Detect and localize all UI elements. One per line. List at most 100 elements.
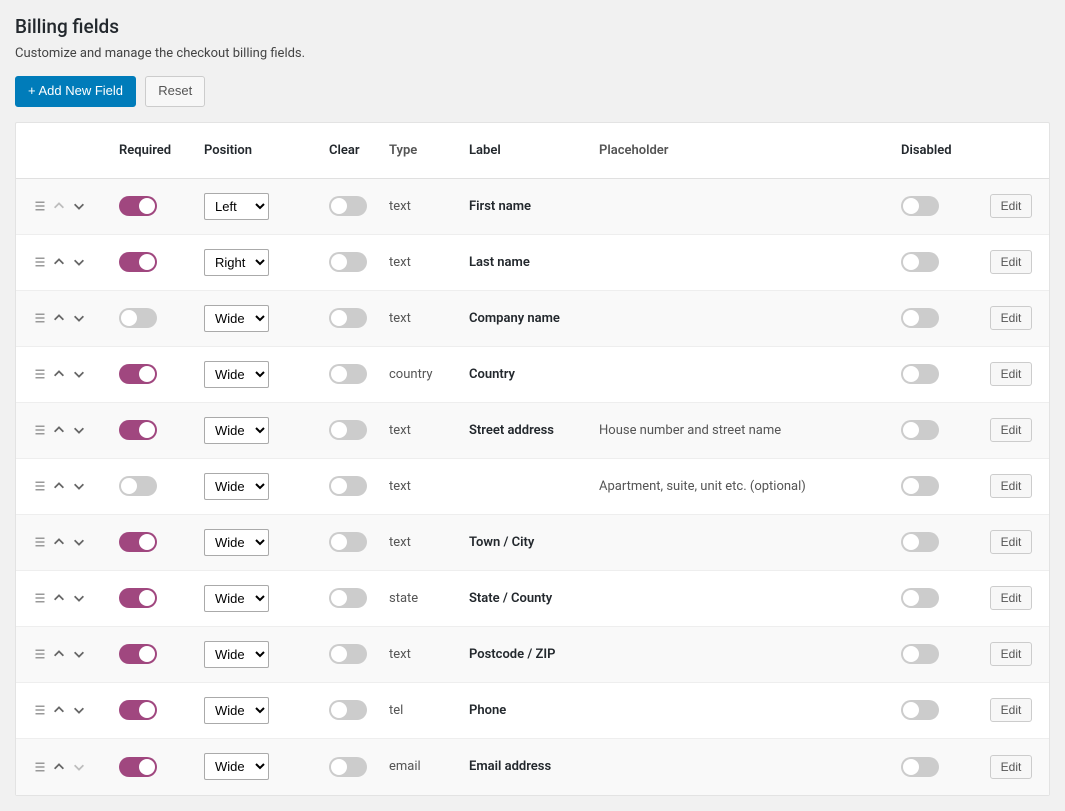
move-up-icon[interactable]	[52, 535, 66, 549]
move-up-icon[interactable]	[52, 367, 66, 381]
label-cell: First name	[469, 199, 599, 214]
col-header-required: Required	[119, 143, 204, 158]
type-cell: state	[389, 591, 469, 606]
required-toggle[interactable]	[119, 196, 157, 216]
required-toggle[interactable]	[119, 308, 157, 328]
label-cell: Last name	[469, 255, 599, 270]
table-header: Required Position Clear Type Label Place…	[16, 123, 1049, 179]
clear-toggle[interactable]	[329, 644, 367, 664]
clear-toggle[interactable]	[329, 532, 367, 552]
drag-handle-icon[interactable]	[34, 368, 46, 380]
edit-button[interactable]: Edit	[990, 250, 1033, 274]
move-up-icon[interactable]	[52, 255, 66, 269]
label-cell: Phone	[469, 703, 599, 718]
position-select[interactable]: LeftRightWide	[204, 753, 269, 780]
clear-toggle[interactable]	[329, 420, 367, 440]
drag-handle-icon[interactable]	[34, 704, 46, 716]
required-toggle[interactable]	[119, 252, 157, 272]
position-select[interactable]: LeftRightWide	[204, 529, 269, 556]
position-select[interactable]: LeftRightWide	[204, 249, 269, 276]
position-select[interactable]: LeftRightWide	[204, 697, 269, 724]
required-toggle[interactable]	[119, 476, 157, 496]
position-select[interactable]: LeftRightWide	[204, 641, 269, 668]
disabled-toggle[interactable]	[901, 196, 939, 216]
disabled-toggle[interactable]	[901, 308, 939, 328]
drag-handle-icon[interactable]	[34, 761, 46, 773]
disabled-toggle[interactable]	[901, 700, 939, 720]
disabled-toggle[interactable]	[901, 252, 939, 272]
move-down-icon[interactable]	[72, 591, 86, 605]
position-select[interactable]: LeftRightWide	[204, 473, 269, 500]
move-up-icon[interactable]	[52, 647, 66, 661]
drag-handle-icon[interactable]	[34, 424, 46, 436]
add-new-field-button[interactable]: + Add New Field	[15, 76, 136, 107]
move-up-icon[interactable]	[52, 423, 66, 437]
edit-button[interactable]: Edit	[990, 418, 1033, 442]
clear-toggle[interactable]	[329, 364, 367, 384]
required-toggle[interactable]	[119, 588, 157, 608]
drag-handle-icon[interactable]	[34, 312, 46, 324]
placeholder-cell: House number and street name	[599, 423, 901, 438]
drag-handle-icon[interactable]	[34, 592, 46, 604]
clear-toggle[interactable]	[329, 757, 367, 777]
required-toggle[interactable]	[119, 700, 157, 720]
move-up-icon[interactable]	[52, 703, 66, 717]
drag-handle-icon[interactable]	[34, 256, 46, 268]
move-down-icon[interactable]	[72, 535, 86, 549]
move-down-icon[interactable]	[72, 703, 86, 717]
disabled-toggle[interactable]	[901, 588, 939, 608]
position-select[interactable]: LeftRightWide	[204, 361, 269, 388]
disabled-toggle[interactable]	[901, 644, 939, 664]
disabled-toggle[interactable]	[901, 364, 939, 384]
label-cell: Country	[469, 367, 599, 382]
disabled-toggle[interactable]	[901, 420, 939, 440]
disabled-toggle[interactable]	[901, 757, 939, 777]
move-up-icon[interactable]	[52, 311, 66, 325]
move-up-icon[interactable]	[52, 479, 66, 493]
drag-handle-icon[interactable]	[34, 648, 46, 660]
edit-button[interactable]: Edit	[990, 642, 1033, 666]
table-row: LeftRightWidetextApartment, suite, unit …	[16, 459, 1049, 515]
required-toggle[interactable]	[119, 364, 157, 384]
edit-button[interactable]: Edit	[990, 194, 1033, 218]
disabled-toggle[interactable]	[901, 476, 939, 496]
move-down-icon[interactable]	[72, 367, 86, 381]
edit-button[interactable]: Edit	[990, 474, 1033, 498]
move-down-icon[interactable]	[72, 479, 86, 493]
position-select[interactable]: LeftRightWide	[204, 305, 269, 332]
edit-button[interactable]: Edit	[990, 586, 1033, 610]
reset-button[interactable]: Reset	[145, 76, 205, 107]
required-toggle[interactable]	[119, 420, 157, 440]
move-down-icon[interactable]	[72, 199, 86, 213]
required-toggle[interactable]	[119, 757, 157, 777]
clear-toggle[interactable]	[329, 700, 367, 720]
edit-button[interactable]: Edit	[990, 698, 1033, 722]
edit-button[interactable]: Edit	[990, 362, 1033, 386]
drag-handle-icon[interactable]	[34, 200, 46, 212]
required-toggle[interactable]	[119, 644, 157, 664]
type-cell: text	[389, 311, 469, 326]
move-down-icon[interactable]	[72, 423, 86, 437]
move-down-icon[interactable]	[72, 255, 86, 269]
table-row: LeftRightWidetextCompany nameEdit	[16, 291, 1049, 347]
position-select[interactable]: LeftRightWide	[204, 193, 269, 220]
clear-toggle[interactable]	[329, 308, 367, 328]
position-select[interactable]: LeftRightWide	[204, 417, 269, 444]
clear-toggle[interactable]	[329, 476, 367, 496]
drag-handle-icon[interactable]	[34, 536, 46, 548]
table-row: LeftRightWidestateState / CountyEdit	[16, 571, 1049, 627]
move-up-icon[interactable]	[52, 591, 66, 605]
clear-toggle[interactable]	[329, 252, 367, 272]
drag-handle-icon[interactable]	[34, 480, 46, 492]
position-select[interactable]: LeftRightWide	[204, 585, 269, 612]
required-toggle[interactable]	[119, 532, 157, 552]
disabled-toggle[interactable]	[901, 532, 939, 552]
clear-toggle[interactable]	[329, 196, 367, 216]
edit-button[interactable]: Edit	[990, 755, 1033, 779]
edit-button[interactable]: Edit	[990, 530, 1033, 554]
move-down-icon[interactable]	[72, 311, 86, 325]
move-down-icon[interactable]	[72, 647, 86, 661]
move-up-icon[interactable]	[52, 760, 66, 774]
edit-button[interactable]: Edit	[990, 306, 1033, 330]
clear-toggle[interactable]	[329, 588, 367, 608]
